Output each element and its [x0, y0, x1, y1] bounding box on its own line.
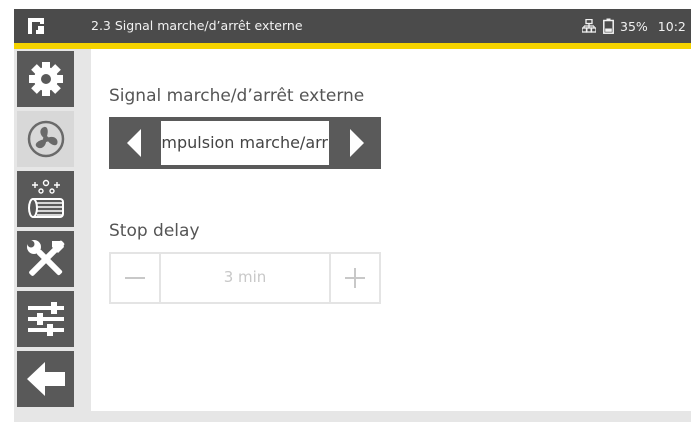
- chevron-right-icon: [349, 129, 364, 157]
- minus-icon: [125, 277, 145, 279]
- sidebar-item-tools[interactable]: [17, 231, 74, 287]
- page-title: 2.3 Signal marche/d’arrêt externe: [91, 18, 303, 33]
- device-screen: 2.3 Signal marche/d’arrêt externe 35% 10…: [14, 9, 691, 422]
- top-bar: 2.3 Signal marche/d’arrêt externe 35% 10…: [14, 9, 691, 43]
- selector-value-text: Impulsion marche/arr: [161, 133, 328, 152]
- signal-selector: Impulsion marche/arr: [109, 117, 381, 169]
- selector-value: Impulsion marche/arr: [161, 121, 329, 165]
- stop-delay-stepper: 3 min: [109, 252, 381, 304]
- gear-icon: [28, 62, 63, 96]
- battery-icon: [603, 18, 614, 34]
- sidebar-item-fan[interactable]: [17, 111, 74, 167]
- sidebar-item-back[interactable]: [17, 351, 74, 407]
- plus-icon: [345, 268, 365, 288]
- decrement-button[interactable]: [111, 254, 161, 302]
- filter-sparkle-icon: [27, 179, 64, 218]
- sidebar-item-cleaning[interactable]: [17, 171, 74, 227]
- fan-icon: [27, 120, 64, 158]
- battery-percent: 35%: [620, 18, 648, 34]
- sidebar: [14, 49, 76, 422]
- clock: 10:2: [657, 18, 686, 34]
- app-logo-icon: [28, 18, 44, 34]
- sidebar-item-adjust[interactable]: [17, 291, 74, 347]
- arrow-left-icon: [26, 362, 65, 396]
- chevron-left-icon: [126, 129, 141, 157]
- status-area: 35% 10:2: [582, 16, 686, 36]
- selector-prev-button[interactable]: [109, 117, 158, 169]
- signal-label: Signal marche/d’arrêt externe: [109, 86, 365, 106]
- network-icon: [582, 19, 596, 33]
- sliders-icon: [27, 302, 64, 336]
- main-content: Signal marche/d’arrêt externe Impulsion …: [91, 49, 691, 411]
- increment-button[interactable]: [329, 254, 379, 302]
- selector-next-button[interactable]: [332, 117, 381, 169]
- tools-icon: [26, 240, 64, 276]
- stop-delay-label: Stop delay: [109, 221, 200, 241]
- stop-delay-value: 3 min: [223, 268, 267, 286]
- sidebar-item-settings[interactable]: [17, 51, 74, 107]
